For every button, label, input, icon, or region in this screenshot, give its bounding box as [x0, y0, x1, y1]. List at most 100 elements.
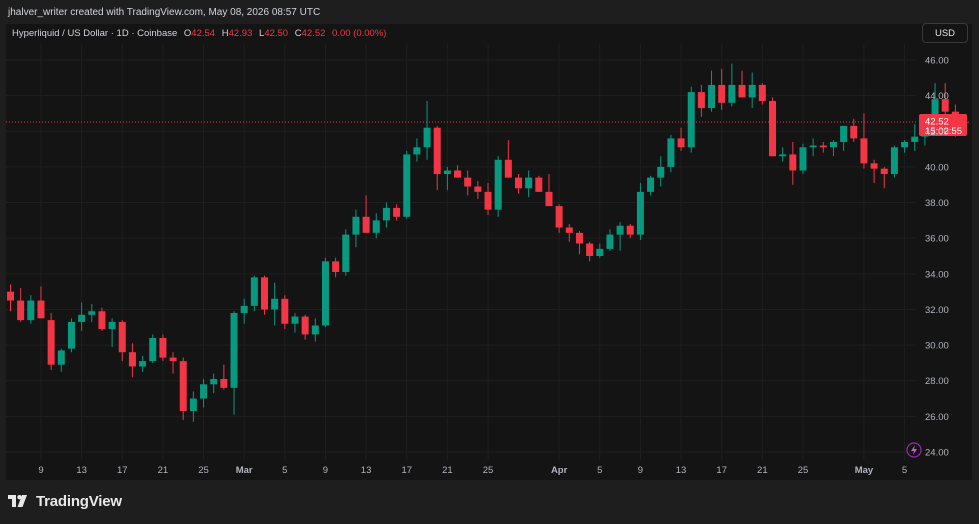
x-tick-label: 21	[158, 465, 169, 476]
candle	[504, 140, 512, 178]
candle	[616, 222, 624, 251]
open-value: 42.54	[191, 28, 216, 39]
candle	[474, 181, 482, 199]
x-tick-label: May	[855, 465, 874, 476]
candle	[596, 243, 604, 258]
candle-body	[819, 145, 827, 148]
candle-body	[779, 154, 787, 157]
candle-body	[565, 227, 573, 233]
change-value: 0.00 (0.00%)	[332, 28, 387, 39]
candle-body	[758, 84, 766, 101]
candle-body	[261, 277, 268, 310]
candle	[200, 378, 208, 408]
candle-body	[37, 300, 45, 319]
candle-body	[352, 216, 360, 235]
y-tick-label: 28.00	[925, 376, 949, 387]
x-axis: 9 13 17 21 25 Mar 5 9 13 17 21 25 Apr 5 9 13 17 21 25 May 5	[38, 465, 907, 476]
candle-body	[332, 261, 340, 273]
candle	[78, 302, 86, 331]
y-tick-label: 38.00	[925, 198, 949, 209]
candle-body	[271, 298, 279, 310]
candle-body	[342, 234, 350, 273]
x-tick-label: 5	[902, 465, 907, 476]
candle-body	[17, 300, 25, 321]
candle	[464, 170, 472, 196]
candle-body	[393, 207, 401, 217]
candle	[301, 314, 309, 340]
last-price-line: 42.5215:02:55	[6, 114, 967, 137]
candle-body	[626, 225, 634, 235]
candlestick-chart[interactable]: 42.5215:02:55 24.00 26.00 28.00 30.00 32.00 3…	[0, 0, 979, 524]
candle-body	[27, 300, 35, 321]
candle-body	[240, 305, 248, 314]
candle-body	[423, 127, 431, 148]
currency-button[interactable]: USD	[922, 23, 968, 43]
x-tick-label: 13	[361, 465, 372, 476]
candle-body	[515, 177, 522, 189]
candle	[687, 86, 695, 153]
candle	[291, 313, 299, 333]
candle	[67, 318, 75, 353]
candle-body	[545, 191, 553, 207]
candle-body	[220, 378, 228, 388]
candle-body	[57, 350, 65, 365]
x-tick-label: 5	[282, 465, 287, 476]
symbol-title: Hyperliquid / US Dollar · 1D · Coinbase	[12, 28, 178, 39]
candle-body	[403, 154, 411, 217]
candle	[250, 275, 258, 312]
candle-body	[850, 125, 858, 139]
candle	[880, 166, 888, 189]
candle	[128, 343, 136, 378]
candle-body	[697, 92, 705, 109]
candle-body	[443, 170, 451, 175]
candle-body	[616, 225, 624, 235]
candle	[840, 125, 848, 151]
candle	[108, 318, 116, 347]
candle	[118, 320, 126, 362]
candle-body	[586, 243, 594, 256]
candle-body	[748, 84, 756, 98]
candle-body	[474, 186, 482, 192]
low-value: 42.50	[264, 28, 289, 39]
candle-body	[494, 159, 502, 210]
x-tick-label: 9	[638, 465, 643, 476]
candle	[565, 223, 573, 242]
candle	[829, 140, 837, 157]
tradingview-logo[interactable]: TradingView	[8, 492, 122, 510]
tradingview-logo-text: TradingView	[36, 492, 122, 510]
candle	[332, 257, 340, 278]
candle	[525, 170, 533, 198]
x-tick-label: 13	[76, 465, 87, 476]
candle	[98, 307, 106, 331]
candle-body	[230, 313, 238, 388]
candle-body	[78, 314, 86, 322]
candle	[230, 311, 238, 415]
candle	[606, 229, 614, 251]
candle-body	[829, 141, 837, 148]
candle-body	[464, 177, 472, 187]
x-tick-label: 9	[38, 465, 43, 476]
y-tick-label: 30.00	[925, 341, 949, 352]
candle	[890, 145, 898, 178]
candle-body	[738, 84, 746, 98]
candle-body	[200, 384, 208, 399]
candle	[535, 175, 543, 192]
candle	[718, 68, 726, 110]
candle-body	[484, 191, 492, 210]
lightning-icon[interactable]	[906, 442, 922, 458]
candle	[179, 357, 187, 420]
y-tick-label: 34.00	[925, 269, 949, 280]
candle-body	[372, 220, 380, 233]
symbol-legend: Hyperliquid / US Dollar · 1D · Coinbase …	[12, 28, 386, 39]
candle	[545, 174, 553, 207]
candle	[789, 141, 797, 185]
candle	[372, 213, 380, 239]
candle	[149, 334, 157, 363]
candle-body	[718, 84, 726, 103]
candle	[413, 138, 421, 162]
candle	[901, 140, 909, 153]
candle	[139, 355, 147, 372]
candle	[47, 313, 55, 371]
candle	[281, 295, 289, 330]
candle-body	[454, 170, 462, 178]
